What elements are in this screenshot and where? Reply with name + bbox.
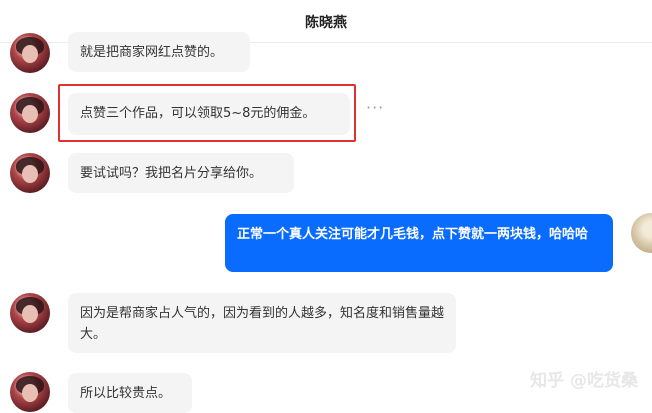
contact-avatar[interactable] [10, 33, 50, 73]
message-bubble: 所以比较贵点。 [68, 373, 192, 413]
message-bubble: 就是把商家网红点赞的。 [68, 32, 250, 72]
message-bubble: 因为是帮商家占人气的，因为看到的人越多，知名度和销售量越大。 [68, 293, 456, 353]
contact-avatar[interactable] [10, 153, 50, 193]
more-horizontal-icon[interactable]: ··· [366, 98, 384, 117]
contact-avatar[interactable] [10, 372, 50, 412]
contact-avatar[interactable] [10, 293, 50, 333]
chat-title: 陈晓燕 [305, 15, 347, 31]
my-message-bubble: 正常一个真人关注可能才几毛钱，点下赞就一两块钱，哈哈哈 [225, 214, 613, 272]
my-avatar[interactable] [631, 213, 652, 253]
watermark: 知乎 @吃货桑 [530, 371, 638, 391]
message-bubble: 要试试吗？我把名片分享给你。 [68, 153, 294, 193]
highlight-box [58, 84, 356, 142]
contact-avatar[interactable] [10, 93, 50, 133]
